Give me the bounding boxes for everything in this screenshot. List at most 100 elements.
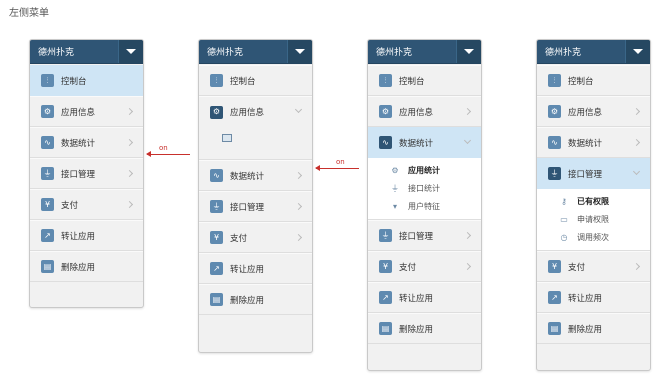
menu-item-label: 转让应用	[399, 293, 434, 304]
chart-icon: ∿	[548, 136, 561, 149]
annotation-label-1: on	[159, 144, 168, 152]
menu-item-stats[interactable]: ∿ 数据统计	[537, 127, 650, 158]
menu-item-console[interactable]: ⫶ 控制台	[537, 65, 650, 96]
menu-item-label: 控制台	[230, 76, 256, 87]
sliders-icon: ⫶	[379, 74, 392, 87]
menu-item-pay[interactable]: ¥ 支付	[30, 189, 143, 220]
chevron-right-icon	[632, 107, 641, 116]
menu-item-transfer[interactable]: ↗ 转让应用	[30, 220, 143, 251]
menu-item-label: 支付	[568, 262, 586, 273]
plug-icon: ⏚	[548, 167, 561, 180]
chevron-right-icon	[632, 262, 641, 271]
menu-item-label: 数据统计	[61, 138, 96, 149]
submenu-item[interactable]: ▾ 用户特征	[368, 197, 481, 215]
share-icon: ↗	[548, 291, 561, 304]
menu-header-title: 德州扑克	[545, 48, 582, 58]
menu-item-label: 删除应用	[568, 324, 603, 335]
menu-item-label: 数据统计	[399, 138, 434, 149]
menu-item-pay[interactable]: ¥ 支付	[537, 251, 650, 282]
submenu-api: ⚷ 已有权限 ▭ 申请权限 ◷ 调用频次	[537, 189, 650, 251]
menu-dropdown-button[interactable]	[118, 40, 143, 63]
yen-icon: ¥	[210, 231, 223, 244]
menu-item-delete[interactable]: ▤ 删除应用	[368, 313, 481, 344]
plug-icon: ⏚	[41, 167, 54, 180]
menu-item-label: 控制台	[61, 76, 87, 87]
submenu-item-label: 应用统计	[408, 165, 440, 175]
menu-item-stats[interactable]: ∿ 数据统计	[30, 127, 143, 158]
yen-icon: ¥	[41, 198, 54, 211]
menu-item-stats[interactable]: ∿ 数据统计	[368, 127, 481, 158]
menu-item-transfer[interactable]: ↗ 转让应用	[537, 282, 650, 313]
share-icon: ↗	[41, 229, 54, 242]
menu-panel-3: 德州扑克 ⫶ 控制台 ⚙ 应用信息 ∿ 数据统计 ⚙ 应用统计 ⏚ 接口统计 ▾ 用户特征 …	[367, 39, 482, 371]
gear-icon: ⚙	[41, 105, 54, 118]
menu-item-app-info[interactable]: ⚙ 应用信息	[537, 96, 650, 127]
submenu-item[interactable]: ⚙ 应用统计	[368, 161, 481, 179]
menu-item-api[interactable]: ⏚ 接口管理	[537, 158, 650, 189]
menu-item-console[interactable]: ⫶ 控制台	[368, 65, 481, 96]
trash-icon: ▤	[210, 293, 223, 306]
menu-item-pay[interactable]: ¥ 支付	[368, 251, 481, 282]
loading-icon	[222, 134, 232, 142]
plug-icon: ⏚	[379, 229, 392, 242]
menu-item-console[interactable]: ⫶ 控制台	[30, 65, 143, 96]
menu-item-delete[interactable]: ▤ 删除应用	[537, 313, 650, 344]
menu-dropdown-button[interactable]	[287, 40, 312, 63]
menu-item-api[interactable]: ⏚ 接口管理	[368, 220, 481, 251]
chevron-down-icon	[294, 105, 303, 114]
gear-icon: ⚙	[379, 105, 392, 118]
submenu-item-label: 已有权限	[577, 196, 609, 206]
menu-item-transfer[interactable]: ↗ 转让应用	[368, 282, 481, 313]
menu-item-delete[interactable]: ▤ 删除应用	[30, 251, 143, 282]
menu-dropdown-button[interactable]	[625, 40, 650, 63]
submenu-item-label: 用户特征	[408, 201, 440, 211]
menu-item-label: 控制台	[399, 76, 425, 87]
menu-item-label: 支付	[61, 200, 79, 211]
menu-item-label: 应用信息	[230, 108, 265, 118]
menu-header: 德州扑克	[368, 40, 481, 64]
menu-item-label: 应用信息	[568, 107, 603, 118]
menu-header: 德州扑克	[537, 40, 650, 64]
chevron-right-icon	[463, 231, 472, 240]
menu-header-title: 德州扑克	[376, 48, 413, 58]
menu-item-label: 支付	[230, 233, 248, 244]
menu-item-label: 控制台	[568, 76, 594, 87]
menu-item-app-info[interactable]: ⚙ 应用信息	[199, 96, 312, 127]
plug-icon: ⏚	[391, 183, 399, 193]
menu-item-delete[interactable]: ▤ 删除应用	[199, 284, 312, 315]
chart-icon: ∿	[41, 136, 54, 149]
submenu-item[interactable]: ⚷ 已有权限	[537, 192, 650, 210]
submenu-item[interactable]: ▭ 申请权限	[537, 210, 650, 228]
chevron-right-icon	[125, 169, 134, 178]
timer-icon: ◷	[560, 232, 568, 242]
menu-item-label: 数据统计	[230, 171, 265, 182]
menu-item-stats[interactable]: ∿ 数据统计	[199, 160, 312, 191]
submenu-item[interactable]: ⏚ 接口统计	[368, 179, 481, 197]
menu-item-label: 删除应用	[61, 262, 96, 273]
card-icon: ▭	[560, 214, 568, 224]
submenu-item-label: 调用频次	[577, 232, 609, 242]
menu-header: 德州扑克	[199, 40, 312, 64]
trash-icon: ▤	[41, 260, 54, 273]
menu-item-api[interactable]: ⏚ 接口管理	[199, 191, 312, 222]
menu-item-pay[interactable]: ¥ 支付	[199, 222, 312, 253]
chevron-right-icon	[294, 233, 303, 242]
caret-down-icon	[464, 49, 474, 54]
menu-panel-1: 德州扑克 ⫶ 控制台 ⚙ 应用信息 ∿ 数据统计 ⏚ 接口管理 ¥ 支付 ↗ 转让应用 ▤ 删…	[29, 39, 144, 308]
menu-item-app-info[interactable]: ⚙ 应用信息	[368, 96, 481, 127]
chevron-right-icon	[294, 202, 303, 211]
submenu-item[interactable]: ◷ 调用频次	[537, 228, 650, 246]
menu-item-label: 删除应用	[399, 324, 434, 335]
menu-item-api[interactable]: ⏚ 接口管理	[30, 158, 143, 189]
menu-item-app-info[interactable]: ⚙ 应用信息	[30, 96, 143, 127]
plug-icon: ⏚	[210, 200, 223, 213]
menu-dropdown-button[interactable]	[456, 40, 481, 63]
key-icon: ⚷	[561, 196, 567, 206]
menu-item-transfer[interactable]: ↗ 转让应用	[199, 253, 312, 284]
sliders-icon: ⫶	[210, 74, 223, 87]
menu-header-title: 德州扑克	[207, 48, 244, 58]
annotation-label-2: on	[336, 158, 345, 166]
menu-item-label: 应用信息	[399, 107, 434, 118]
gear-icon: ⚙	[210, 105, 223, 119]
menu-item-console[interactable]: ⫶ 控制台	[199, 65, 312, 96]
